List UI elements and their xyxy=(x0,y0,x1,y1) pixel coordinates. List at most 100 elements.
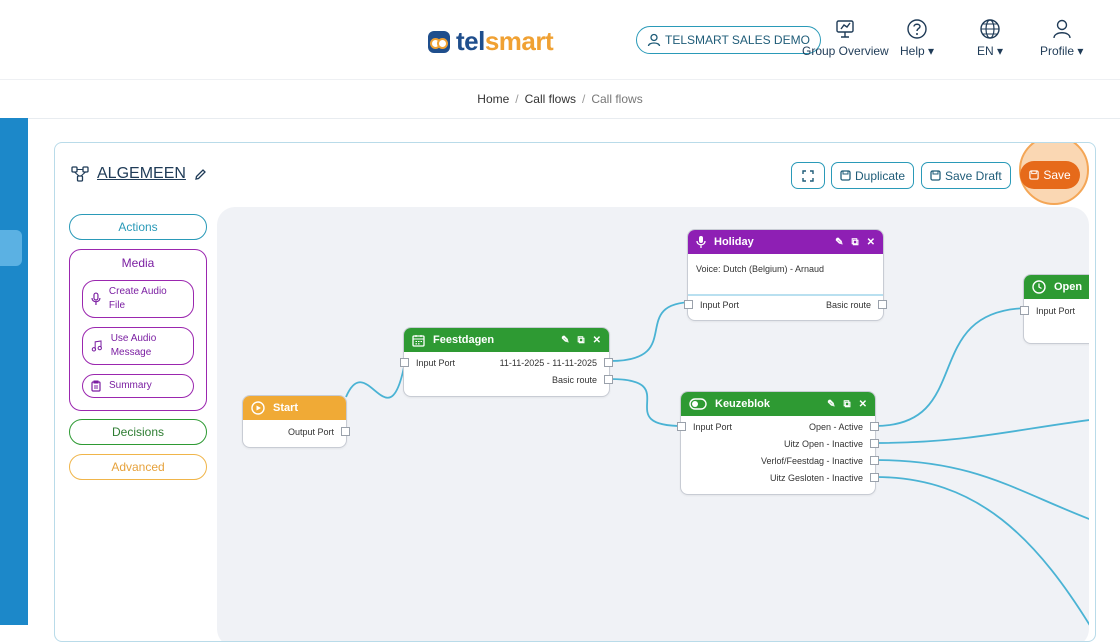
flow-diagram-icon xyxy=(71,166,89,182)
link-keuzeblok-uitz-gesloten xyxy=(874,476,1089,626)
sidebar-toggle-tab[interactable] xyxy=(0,230,22,266)
nav-language-label: EN xyxy=(977,44,994,58)
left-sidebar-rail xyxy=(0,118,28,625)
flow-name[interactable]: ALGEMEEN xyxy=(97,165,186,183)
input-port[interactable] xyxy=(684,300,693,309)
breadcrumb-home[interactable]: Home xyxy=(477,92,509,106)
breadcrumb: Home / Call flows / Call flows xyxy=(477,92,643,106)
node-keuzeblok-title: Keuzeblok xyxy=(715,398,771,410)
node-start[interactable]: Start Output Port xyxy=(242,395,350,448)
media-use-audio-message-label: Use Audio Message xyxy=(110,333,157,358)
help-icon xyxy=(907,19,927,39)
input-port-label: Input Port xyxy=(416,357,456,368)
edit-icon[interactable]: ✎ xyxy=(835,237,843,248)
input-port[interactable] xyxy=(677,422,686,431)
floppy-icon xyxy=(1029,170,1039,180)
clipboard-icon xyxy=(91,380,101,392)
nav-group-overview[interactable]: Group Overview xyxy=(802,18,889,58)
flow-canvas[interactable]: Start Output Port Feestdagen ✎ ⧉ ✕ Input P… xyxy=(217,207,1089,641)
node-open-title: Open xyxy=(1054,281,1083,293)
output-uitz-gesloten-port[interactable] xyxy=(870,473,879,482)
pencil-icon[interactable] xyxy=(194,168,207,181)
microphone-icon xyxy=(696,236,706,248)
nav-profile[interactable]: Profile ▾ xyxy=(1040,18,1083,58)
node-start-title: Start xyxy=(273,402,299,414)
node-holiday-title: Holiday xyxy=(714,236,754,248)
close-icon[interactable]: ✕ xyxy=(867,237,875,248)
output-open-label: Open - Active xyxy=(808,421,863,432)
clock-icon xyxy=(1032,280,1046,294)
close-icon[interactable]: ✕ xyxy=(859,399,867,410)
calendar-icon xyxy=(412,334,425,347)
media-summary-label: Summary xyxy=(109,380,152,391)
input-port-label: Input Port xyxy=(693,421,733,432)
profile-icon xyxy=(1052,19,1071,39)
copy-icon[interactable]: ⧉ xyxy=(843,399,850,410)
breadcrumb-current: Call flows xyxy=(591,92,643,106)
palette-media-title[interactable]: Media xyxy=(70,256,206,270)
link-feestdagen-keuzeblok xyxy=(609,378,686,427)
callflow-editor-panel: ALGEMEEN Duplicate Save Draft Save Actio… xyxy=(54,142,1096,642)
close-icon[interactable]: ✕ xyxy=(593,335,601,346)
output-uitz-open-label: Uitz Open - Inactive xyxy=(783,438,863,449)
floppy-icon xyxy=(930,170,941,181)
account-switcher[interactable]: TELSMART SALES DEMO xyxy=(636,26,821,54)
link-keuzeblok-verlof xyxy=(874,459,1089,520)
save-button[interactable]: Save xyxy=(1020,161,1080,189)
breadcrumb-callflows[interactable]: Call flows xyxy=(525,92,576,106)
duplicate-label: Duplicate xyxy=(855,168,906,183)
nav-help[interactable]: Help ▾ xyxy=(900,18,934,58)
output-port[interactable] xyxy=(341,427,350,436)
date-range-port[interactable] xyxy=(604,358,613,367)
owl-logo-icon xyxy=(428,30,450,53)
link-keuzeblok-uitz-open xyxy=(874,419,1089,444)
link-start-feestdagen xyxy=(345,361,406,399)
media-summary[interactable]: Summary xyxy=(82,374,194,398)
fullscreen-button[interactable] xyxy=(791,162,825,189)
user-icon xyxy=(647,33,661,47)
output-open-port[interactable] xyxy=(870,422,879,431)
copy-icon[interactable]: ⧉ xyxy=(577,335,584,346)
node-holiday[interactable]: Holiday ✎ ⧉ ✕ Voice: Dutch (Belgium) - Arn… xyxy=(684,229,887,321)
nav-group-overview-label: Group Overview xyxy=(802,44,889,58)
palette-advanced[interactable]: Advanced xyxy=(69,454,207,480)
toggle-icon xyxy=(689,398,707,410)
nav-language[interactable]: EN ▾ xyxy=(977,18,1003,58)
node-open[interactable]: Open Input Port xyxy=(1020,274,1089,344)
nav-profile-label: Profile xyxy=(1040,44,1075,58)
copy-icon xyxy=(840,170,851,181)
expand-icon xyxy=(802,169,814,182)
output-uitz-open-port[interactable] xyxy=(870,439,879,448)
caret-down-icon: ▾ xyxy=(928,44,935,58)
copy-icon[interactable]: ⧉ xyxy=(851,237,858,248)
telsmart-logo[interactable]: telsmart xyxy=(428,26,554,57)
save-draft-button[interactable]: Save Draft xyxy=(921,162,1011,189)
save-label: Save xyxy=(1043,168,1071,182)
input-port[interactable] xyxy=(1020,306,1029,315)
globe-icon xyxy=(980,19,1000,39)
edit-icon[interactable]: ✎ xyxy=(561,335,569,346)
account-name: TELSMART SALES DEMO xyxy=(665,33,810,47)
media-use-audio-message[interactable]: Use Audio Message xyxy=(82,327,194,365)
palette-decisions[interactable]: Decisions xyxy=(69,419,207,445)
node-keuzeblok[interactable]: Keuzeblok ✎ ⧉ ✕ Input Port Open - Active Ui… xyxy=(677,391,879,495)
node-feestdagen[interactable]: Feestdagen ✎ ⧉ ✕ Input Port 11-11-2025 - 11… xyxy=(400,327,613,397)
basic-route-port[interactable] xyxy=(878,300,887,309)
logo-text-tel: tel xyxy=(456,26,485,56)
basic-route-port[interactable] xyxy=(604,375,613,384)
output-verlof-port[interactable] xyxy=(870,456,879,465)
input-port[interactable] xyxy=(400,358,409,367)
palette-actions[interactable]: Actions xyxy=(69,214,207,240)
music-note-icon xyxy=(91,340,102,352)
input-port-label: Input Port xyxy=(1036,305,1076,316)
edit-icon[interactable]: ✎ xyxy=(827,399,835,410)
duplicate-button[interactable]: Duplicate xyxy=(831,162,915,189)
holiday-voice-text: Voice: Dutch (Belgium) - Arnaud xyxy=(688,254,883,296)
header-divider xyxy=(0,118,1120,119)
palette-media-group: Media Create Audio File Use Audio Messag… xyxy=(69,249,207,411)
connection-lines xyxy=(345,301,1089,626)
input-port-label: Input Port xyxy=(700,299,740,310)
date-range-port-label: 11-11-2025 - 11-11-2025 xyxy=(499,357,597,368)
media-create-audio-file[interactable]: Create Audio File xyxy=(82,280,194,318)
play-icon xyxy=(251,401,265,415)
